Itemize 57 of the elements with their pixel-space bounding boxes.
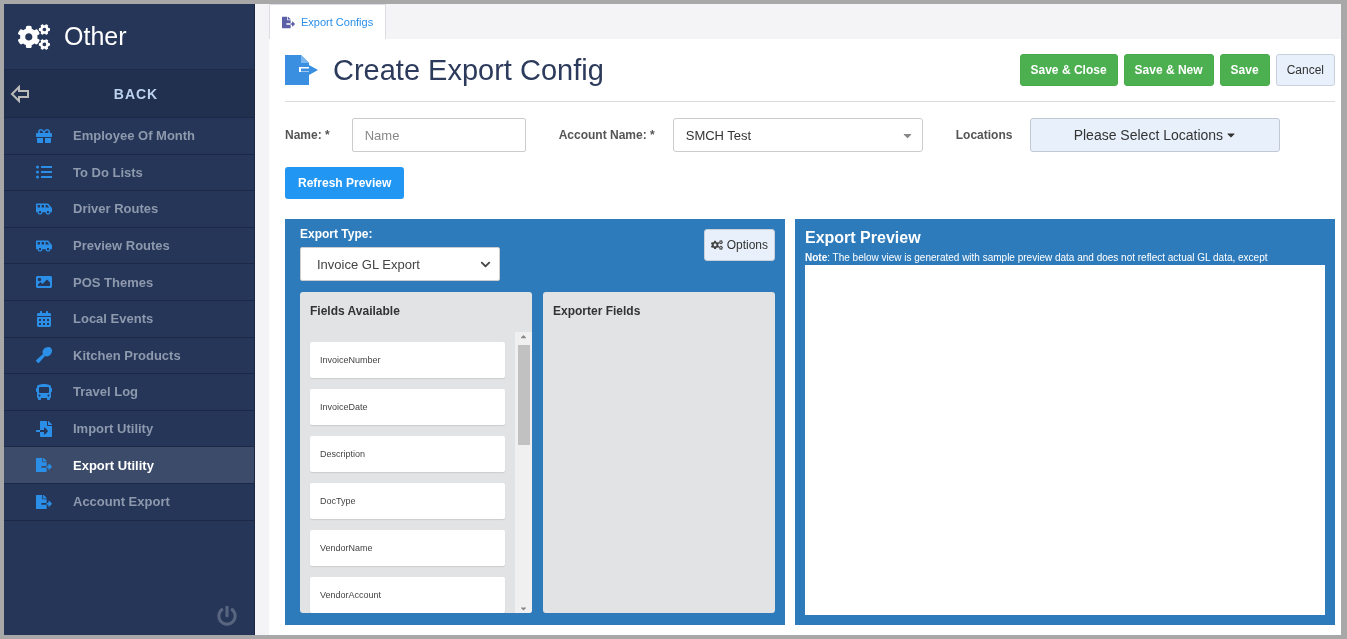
action-button[interactable]: Save & Close [1019, 54, 1118, 86]
back-button[interactable]: BACK [4, 70, 254, 117]
scroll-up-icon[interactable] [519, 332, 528, 341]
power-icon [217, 606, 237, 626]
menu-item-icon [36, 274, 52, 291]
back-arrow-icon [10, 84, 30, 103]
preview-note: Note: The below view is generated with sample preview data and does not reflect actual GL data, except [805, 252, 1269, 263]
export-type-select[interactable]: Invoice GL Export [300, 247, 500, 281]
sidebar-item[interactable]: Travel Log [4, 374, 254, 411]
sidebar-item[interactable]: Driver Routes [4, 191, 254, 228]
gears-icon [710, 239, 723, 251]
scroll-down-icon[interactable] [519, 604, 528, 613]
menu-item-icon [36, 127, 52, 144]
panel-title: Exporter Fields [553, 304, 642, 318]
scrollbar[interactable] [515, 332, 532, 613]
sidebar-title: Other [64, 22, 127, 51]
field-label: Account Name: * [558, 128, 655, 142]
file-export-icon [282, 15, 295, 29]
field-item[interactable]: InvoiceNumber [310, 342, 505, 378]
power-button[interactable] [214, 603, 240, 629]
field-item[interactable]: Description [310, 436, 505, 472]
sidebar-item[interactable]: Employee Of Month [4, 118, 254, 155]
refresh-preview-button[interactable]: Refresh Preview [285, 167, 405, 199]
page-title: Create Export Config [333, 53, 605, 87]
field-item[interactable]: InvoiceDate [310, 389, 505, 425]
menu-item-icon [36, 493, 52, 510]
sidebar-item[interactable]: Local Events [4, 300, 254, 338]
panel-title: Fields Available [310, 304, 401, 318]
menu-item-icon [36, 201, 52, 217]
menu-item-icon [36, 347, 52, 364]
account-select[interactable]: SMCH Test [672, 118, 923, 152]
tab[interactable]: Export Configs [269, 4, 387, 39]
menu-item-icon [36, 383, 52, 400]
sidebar-item[interactable]: Kitchen Products [4, 337, 254, 375]
action-button[interactable]: Save [1219, 54, 1270, 86]
menu-item-icon [36, 237, 52, 254]
preview-title: Export Preview [805, 229, 922, 247]
menu-item-icon [36, 164, 52, 181]
options-button[interactable]: Options [703, 229, 775, 261]
field-item[interactable]: DocType [310, 483, 505, 519]
export-type-label: Export Type: [300, 227, 374, 241]
sidebar-item[interactable]: Preview Routes [4, 227, 254, 265]
sidebar-item[interactable]: Account Export [4, 483, 254, 521]
name-input[interactable]: Name [351, 118, 526, 152]
action-button[interactable]: Save & New [1123, 54, 1214, 86]
field-label: Name: * [285, 128, 330, 142]
sidebar-item[interactable]: To Do Lists [4, 154, 254, 192]
field-label: Locations [955, 128, 1013, 142]
sidebar-item[interactable]: Export Utility [4, 447, 254, 484]
sidebar-item[interactable]: POS Themes [4, 264, 254, 301]
locations-dropdown[interactable]: Please Select Locations [1030, 118, 1281, 152]
menu-item-icon [36, 457, 52, 474]
menu-item-icon [36, 310, 52, 327]
action-button[interactable]: Cancel [1275, 54, 1335, 86]
field-item[interactable]: VendorAccount [310, 577, 505, 613]
field-item[interactable]: VendorName [310, 530, 505, 566]
menu-item-icon [36, 420, 52, 437]
